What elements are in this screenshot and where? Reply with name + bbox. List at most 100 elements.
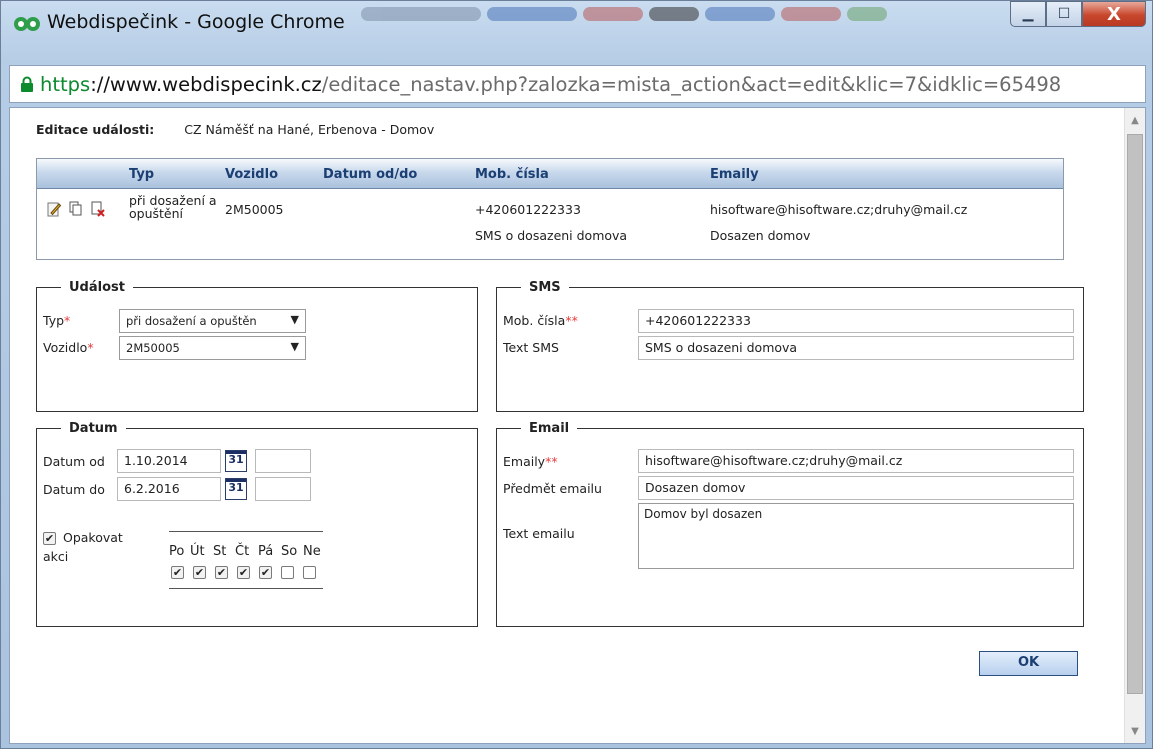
- col-mob[interactable]: Mob. čísla: [475, 167, 549, 182]
- email-fieldset: Email Emaily** hisoftware@hisoftware.cz;…: [496, 421, 1084, 627]
- vozidlo-select-value: 2M50005: [126, 341, 180, 355]
- address-bar[interactable]: https://www.webdispecink.cz/editace_nast…: [9, 65, 1146, 103]
- text-sms-input[interactable]: SMS o dosazeni domova: [638, 336, 1074, 360]
- text-emailu-label: Text emailu: [503, 526, 575, 541]
- scroll-down-icon[interactable]: ▼: [1125, 721, 1145, 741]
- udalost-legend: Událost: [69, 280, 125, 295]
- table-row[interactable]: při dosažení a opuštění 2M50005 +4206012…: [37, 189, 1063, 259]
- day-label-st: St: [213, 544, 227, 559]
- header-value: CZ Náměšť na Hané, Erbenova - Domov: [184, 122, 435, 137]
- page-content: Editace události: CZ Náměšť na Hané, Erb…: [9, 107, 1146, 744]
- datum-od-input[interactable]: 1.10.2014: [117, 449, 221, 473]
- title-bar: Webdispečink - Google Chrome ▁ ☐ X: [1, 1, 1153, 63]
- mob-label-text: Mob. čísla: [503, 313, 566, 328]
- emaily-label-text: Emaily: [503, 454, 546, 469]
- repeat-label-2: akci: [43, 549, 69, 564]
- lock-icon: [21, 76, 33, 92]
- minimize-button[interactable]: ▁: [1010, 1, 1046, 27]
- time-od-input[interactable]: [255, 449, 311, 473]
- day-label-po: Po: [169, 544, 185, 559]
- cell-sms-text: SMS o dosazeni domova: [475, 228, 628, 243]
- cell-email-subject: Dosazen domov: [710, 228, 811, 243]
- url-path: /editace_nastav.php?zalozka=mista_action…: [321, 72, 1062, 96]
- vertical-scrollbar[interactable]: ▲ ▼: [1124, 108, 1145, 743]
- mob-label: Mob. čísla**: [503, 313, 578, 328]
- blurred-tabs: [361, 7, 961, 27]
- email-legend: Email: [529, 421, 570, 436]
- day-label-ct: Čt: [235, 544, 250, 559]
- sms-fieldset: SMS Mob. čísla** +420601222333 Text SMS …: [496, 280, 1084, 412]
- text-sms-label: Text SMS: [503, 340, 559, 355]
- scroll-up-icon[interactable]: ▲: [1125, 110, 1145, 130]
- close-icon: X: [1107, 3, 1121, 25]
- cell-vozidlo: 2M50005: [225, 202, 284, 217]
- datum-do-label: Datum do: [43, 482, 105, 497]
- url-host: ://www.webdispecink.cz: [90, 72, 322, 96]
- subject-input[interactable]: Dosazen domov: [638, 476, 1074, 500]
- cell-mob: +420601222333: [475, 202, 581, 217]
- calendar-od-icon[interactable]: 31: [225, 450, 247, 472]
- window-title: Webdispečink - Google Chrome: [47, 11, 345, 33]
- required-mark: **: [545, 454, 558, 469]
- vozidlo-select[interactable]: 2M50005 ▼: [119, 336, 306, 360]
- sms-legend: SMS: [529, 280, 561, 295]
- day-checkbox-ut[interactable]: ✔: [193, 566, 206, 579]
- close-button[interactable]: X: [1082, 1, 1146, 27]
- scroll-thumb[interactable]: [1127, 134, 1143, 694]
- vozidlo-label: Vozidlo*: [43, 340, 94, 355]
- col-typ[interactable]: Typ: [129, 167, 154, 182]
- events-table: Typ Vozidlo Datum od/do Mob. čísla Email…: [36, 158, 1064, 260]
- delete-icon[interactable]: [91, 201, 105, 217]
- day-checkbox-st[interactable]: ✔: [215, 566, 228, 579]
- cell-typ: při dosažení a opuštění: [129, 193, 217, 221]
- emaily-label: Emaily**: [503, 454, 558, 469]
- calendar-do-icon[interactable]: 31: [225, 478, 247, 500]
- day-label-pa: Pá: [258, 544, 274, 559]
- vozidlo-label-text: Vozidlo: [43, 340, 88, 355]
- datum-legend: Datum: [69, 421, 118, 436]
- day-label-ne: Ne: [303, 544, 321, 559]
- maximize-button[interactable]: ☐: [1046, 1, 1082, 27]
- required-mark: *: [87, 340, 94, 355]
- time-do-input[interactable]: [255, 477, 311, 501]
- dropdown-arrow-icon: ▼: [290, 313, 299, 326]
- day-checkbox-ct[interactable]: ✔: [237, 566, 250, 579]
- repeat-checkbox[interactable]: ✔: [43, 532, 56, 545]
- day-checkbox-so[interactable]: [281, 566, 294, 579]
- required-mark: **: [565, 313, 578, 328]
- text-emailu-textarea[interactable]: Domov byl dosazen: [638, 503, 1074, 569]
- udalost-fieldset: Událost Typ* při dosažení a opuštěn ▼ Vo…: [36, 280, 478, 412]
- typ-select[interactable]: při dosažení a opuštěn ▼: [119, 309, 306, 333]
- minimize-icon: ▁: [1022, 6, 1034, 22]
- webdispecink-logo-icon: [14, 17, 40, 31]
- datum-od-label: Datum od: [43, 454, 105, 469]
- datum-do-input[interactable]: 6.2.2016: [117, 477, 221, 501]
- table-header: Typ Vozidlo Datum od/do Mob. čísla Email…: [37, 159, 1063, 189]
- day-checkbox-ne[interactable]: [303, 566, 316, 579]
- mob-input[interactable]: +420601222333: [638, 309, 1074, 333]
- col-datum[interactable]: Datum od/do: [323, 167, 417, 182]
- day-checkbox-pa[interactable]: ✔: [259, 566, 272, 579]
- datum-fieldset: Datum Datum od 1.10.2014 31 Datum do 6.2…: [36, 421, 478, 627]
- required-mark: *: [64, 313, 71, 328]
- typ-label-text: Typ: [43, 313, 65, 328]
- window-controls: ▁ ☐ X: [1010, 1, 1146, 27]
- typ-label: Typ*: [43, 313, 70, 328]
- copy-icon[interactable]: [69, 201, 83, 217]
- subject-label: Předmět emailu: [503, 481, 602, 496]
- day-label-so: So: [281, 544, 298, 559]
- dropdown-arrow-icon: ▼: [290, 340, 299, 353]
- col-vozidlo[interactable]: Vozidlo: [225, 167, 278, 182]
- header-label: Editace události:: [36, 122, 155, 137]
- day-checkbox-po[interactable]: ✔: [171, 566, 184, 579]
- ok-button[interactable]: OK: [979, 651, 1078, 676]
- col-emaily[interactable]: Emaily: [710, 167, 759, 182]
- browser-window: Webdispečink - Google Chrome ▁ ☐ X https…: [0, 0, 1153, 749]
- edit-icon[interactable]: [47, 201, 61, 217]
- weekdays-selector: Po Út St Čt Pá So Ne ✔ ✔ ✔ ✔ ✔: [169, 531, 323, 589]
- day-label-ut: Út: [190, 544, 205, 559]
- url-scheme: https: [40, 72, 91, 96]
- emaily-input[interactable]: hisoftware@hisoftware.cz;druhy@mail.cz: [638, 449, 1074, 473]
- page-header: Editace události: CZ Náměšť na Hané, Erb…: [36, 122, 434, 137]
- cell-email: hisoftware@hisoftware.cz;druhy@mail.cz: [710, 202, 968, 217]
